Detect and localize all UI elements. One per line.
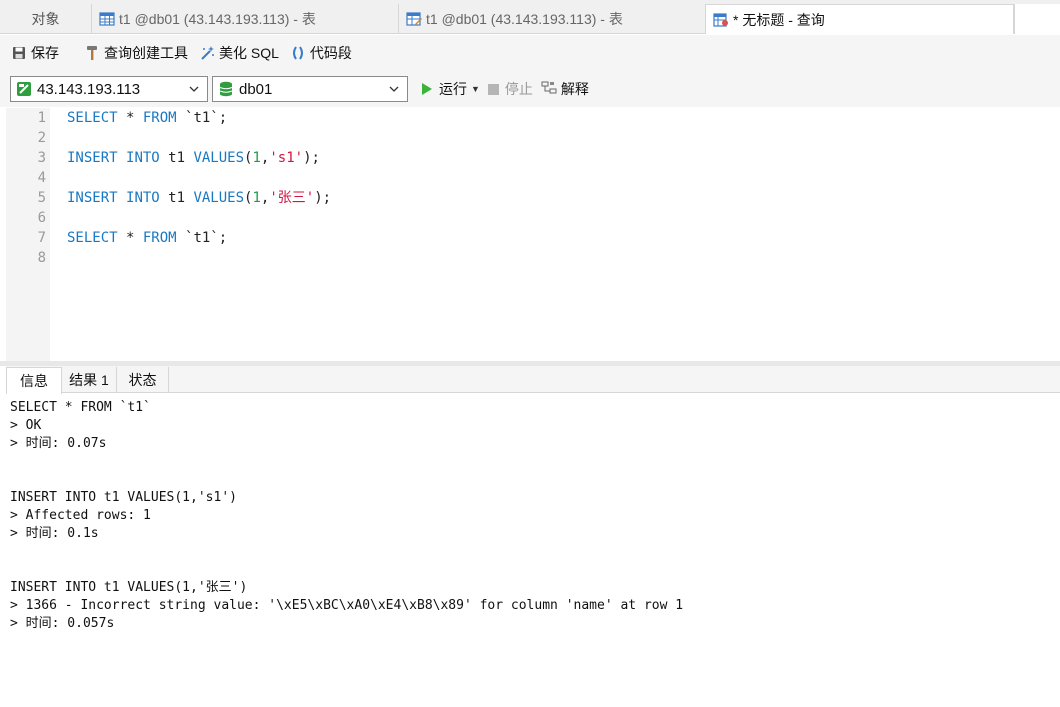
- line-number: 4: [37, 170, 46, 186]
- sql-keyword: INTO: [126, 190, 160, 206]
- tab-table-t1-design-label: t1 @db01 (43.143.193.113) - 表: [426, 11, 623, 27]
- line-number: 3: [37, 150, 46, 166]
- tab-status[interactable]: 状态: [117, 367, 169, 393]
- sql-string: '张三': [269, 190, 315, 206]
- tab-query-label: * 无标题 - 查询: [733, 11, 825, 28]
- error-message-line: > 1366 - Incorrect string value: '\xE5\x…: [10, 598, 684, 613]
- beautify-sql-label: 美化 SQL: [219, 45, 279, 61]
- tab-overflow-area: [1014, 4, 1060, 34]
- result-tab-bar: 信息 结果 1 状态: [6, 366, 1060, 394]
- sql-number: 1: [252, 190, 261, 206]
- sql-text: t1: [159, 150, 194, 166]
- sql-keyword: SELECT: [67, 230, 118, 246]
- line-number-gutter: 1 2 3 4 5 6 7 8: [6, 108, 50, 361]
- connection-bar: 43.143.193.113 db01 运行 ▼ 停止 解释: [0, 71, 1060, 107]
- tab-table-t1-design[interactable]: t1 @db01 (43.143.193.113) - 表: [399, 4, 706, 34]
- explain-button[interactable]: 解释: [541, 79, 589, 99]
- code-line-select: SELECT * FROM `t1`;: [67, 108, 227, 128]
- code-line-insert: INSERT INTO t1 VALUES(1,'张三');: [67, 188, 331, 208]
- tab-objects-label: 对象: [31, 11, 60, 27]
- line-number: 2: [37, 130, 46, 146]
- message-line: > 时间: 0.1s: [10, 526, 99, 541]
- table-design-icon: [405, 10, 423, 28]
- code-line-insert: INSERT INTO t1 VALUES(1,'s1');: [67, 148, 320, 168]
- sql-keyword: INSERT: [67, 150, 118, 166]
- message-line: > OK: [10, 418, 42, 433]
- connection-icon: [15, 80, 33, 98]
- run-label: 运行: [439, 81, 467, 97]
- sql-text: *: [117, 230, 143, 246]
- sql-text: `t1`;: [176, 230, 228, 246]
- sql-text: );: [314, 190, 332, 206]
- stop-button[interactable]: 停止: [487, 79, 533, 99]
- chevron-down-icon: [389, 86, 399, 92]
- explain-label: 解释: [560, 81, 589, 97]
- tab-objects[interactable]: 对象: [0, 4, 92, 34]
- sql-text: );: [303, 150, 320, 166]
- sql-text: `t1`;: [176, 110, 228, 126]
- sql-keyword: INTO: [126, 150, 160, 166]
- save-label: 保存: [31, 45, 59, 61]
- sql-string: 's1': [269, 150, 304, 166]
- sql-keyword: VALUES: [193, 190, 245, 206]
- explain-icon: [541, 80, 559, 98]
- sql-text: *: [117, 110, 143, 126]
- line-number: 7: [37, 230, 46, 246]
- sql-number: 1: [252, 150, 261, 166]
- database-icon: [217, 80, 235, 98]
- table-icon: [98, 10, 116, 28]
- connection-value: 43.143.193.113: [37, 80, 141, 98]
- sql-keyword: INSERT: [67, 190, 118, 206]
- save-button[interactable]: 保存: [10, 43, 59, 63]
- run-button[interactable]: 运行: [420, 79, 467, 99]
- line-number: 5: [37, 190, 46, 206]
- sql-editor[interactable]: 1 2 3 4 5 6 7 8 SELECT * FROM `t1`; INSE…: [6, 108, 1060, 361]
- message-line: > Affected rows: 1: [10, 508, 151, 523]
- message-output-panel: SELECT * FROM `t1` > OK > 时间: 0.07s INSE…: [6, 394, 1060, 707]
- beautify-sql-button[interactable]: 美化 SQL: [198, 43, 279, 63]
- save-icon: [10, 44, 28, 62]
- document-tab-bar: 对象 t1 @db01 (43.143.193.113) - 表 t1 @db0…: [0, 0, 1060, 34]
- database-value: db01: [239, 80, 273, 98]
- line-number: 6: [37, 210, 46, 226]
- magic-wand-icon: [198, 44, 216, 62]
- query-icon: [712, 11, 730, 29]
- hammer-icon: [83, 44, 101, 62]
- code-line-select: SELECT * FROM `t1`;: [67, 228, 227, 248]
- parentheses-icon: [289, 44, 307, 62]
- message-line: INSERT INTO t1 VALUES(1,'张三'): [10, 580, 248, 595]
- message-line: INSERT INTO t1 VALUES(1,'s1'): [10, 490, 237, 505]
- tab-query-untitled[interactable]: * 无标题 - 查询: [706, 4, 1014, 34]
- tab-table-t1-label: t1 @db01 (43.143.193.113) - 表: [119, 11, 316, 27]
- message-line: SELECT * FROM `t1`: [10, 400, 151, 415]
- stop-label: 停止: [504, 81, 533, 97]
- sql-text: t1: [159, 190, 194, 206]
- code-snippet-label: 代码段: [309, 45, 352, 61]
- line-number: 8: [37, 250, 46, 266]
- sql-keyword: FROM: [142, 230, 177, 246]
- run-dropdown-caret-icon[interactable]: ▼: [471, 84, 480, 94]
- query-builder-label: 查询创建工具: [104, 45, 188, 61]
- stop-icon: [487, 83, 499, 95]
- tab-result-1[interactable]: 结果 1: [62, 367, 117, 393]
- query-toolbar: 保存 查询创建工具 美化 SQL 代码段: [0, 35, 1060, 71]
- sql-keyword: FROM: [142, 110, 177, 126]
- line-number: 1: [37, 110, 46, 126]
- chevron-down-icon: [189, 86, 199, 92]
- sql-keyword: SELECT: [67, 110, 118, 126]
- code-snippet-button[interactable]: 代码段: [289, 43, 352, 63]
- play-icon: [420, 82, 434, 96]
- connection-select[interactable]: 43.143.193.113: [10, 76, 208, 102]
- database-select[interactable]: db01: [212, 76, 408, 102]
- message-line: > 时间: 0.057s: [10, 616, 115, 631]
- tab-table-t1[interactable]: t1 @db01 (43.143.193.113) - 表: [92, 4, 399, 34]
- sql-keyword: VALUES: [193, 150, 245, 166]
- message-line: > 时间: 0.07s: [10, 436, 107, 451]
- query-builder-button[interactable]: 查询创建工具: [83, 43, 188, 63]
- tab-info[interactable]: 信息: [6, 367, 62, 394]
